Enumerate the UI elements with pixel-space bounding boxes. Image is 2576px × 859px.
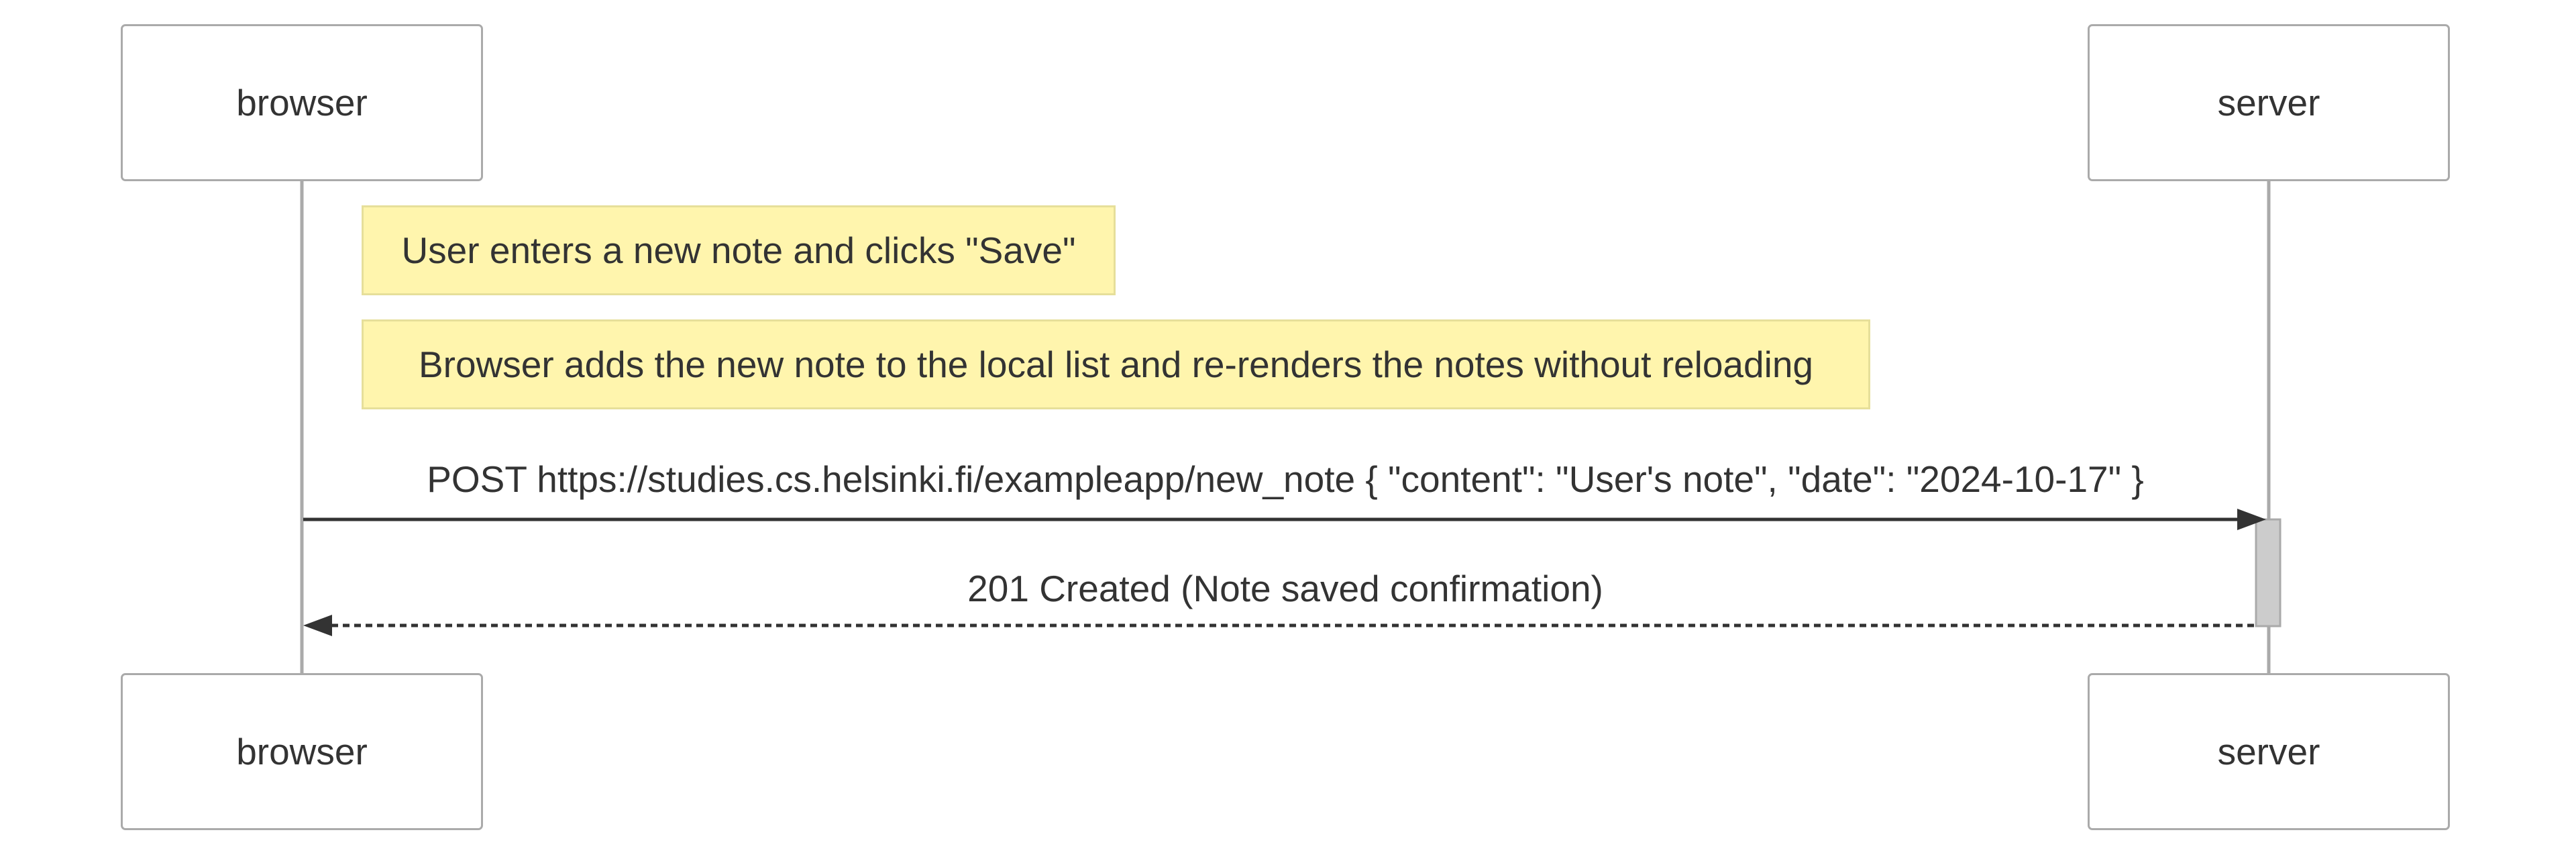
actor-browser-label: browser — [236, 731, 368, 772]
note-text: User enters a new note and clicks "Save" — [401, 230, 1076, 271]
sequence-diagram: browser server User enters a new note an… — [0, 0, 2576, 859]
actor-browser-label: browser — [236, 82, 368, 123]
actor-browser-top: browser — [121, 24, 483, 181]
actor-server-label: server — [2217, 82, 2320, 123]
actor-server-label: server — [2217, 731, 2320, 772]
actor-server-top: server — [2088, 24, 2450, 181]
message-label-post: POST https://studies.cs.helsinki.fi/exam… — [427, 458, 2144, 500]
actor-server-bottom: server — [2088, 673, 2450, 830]
server-activation-bar — [2255, 518, 2282, 627]
message-arrowhead-response — [303, 615, 332, 636]
note-text: Browser adds the new note to the local l… — [419, 344, 1813, 385]
note-user-action: User enters a new note and clicks "Save" — [362, 205, 1116, 295]
actor-browser-bottom: browser — [121, 673, 483, 830]
message-label-response: 201 Created (Note saved confirmation) — [967, 568, 1603, 609]
note-browser-rerender: Browser adds the new note to the local l… — [362, 319, 1870, 409]
